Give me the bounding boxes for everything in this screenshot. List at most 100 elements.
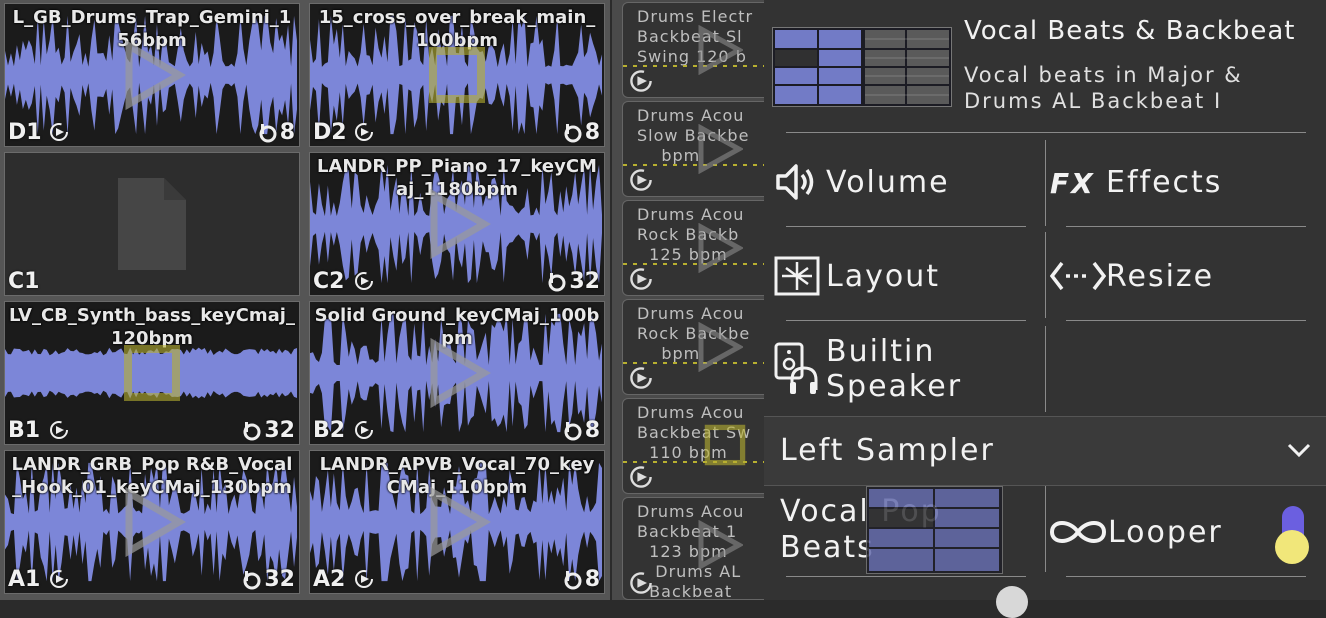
beat-count-value: 32	[264, 418, 295, 443]
loop-play-icon[interactable]	[629, 267, 653, 291]
layout-icon	[774, 256, 820, 296]
preset-title: Vocal Beats & Backbeat	[964, 16, 1296, 46]
loop-play-icon[interactable]	[354, 122, 374, 142]
beat-count: 8	[258, 120, 295, 145]
divider	[786, 226, 1026, 227]
beat-count-value: 32	[569, 269, 600, 294]
loop-play-icon[interactable]	[629, 69, 653, 93]
play-icon[interactable]	[693, 25, 743, 75]
beat-count-value: 8	[279, 120, 295, 145]
pad-key: D1	[8, 120, 42, 145]
left-sampler-dropdown[interactable]: Left Sampler	[764, 416, 1326, 486]
play-icon[interactable]	[117, 40, 187, 110]
looper-label: Looper	[1108, 514, 1223, 550]
stop-icon[interactable]	[703, 423, 747, 467]
resize-button[interactable]: Resize	[1050, 254, 1214, 298]
preset-cell[interactable]: Drums Acou Backbeat 1 123 bpm Drums AL B…	[622, 497, 764, 600]
effects-button[interactable]: FX Effects	[1050, 160, 1222, 204]
play-icon[interactable]	[422, 338, 492, 408]
beats-icon	[564, 421, 582, 440]
slider-knob[interactable]	[996, 586, 1028, 618]
pad-a1[interactable]: LANDR_GRB_Pop R&B_Vocal_Hook_01_keyCMaj_…	[4, 450, 300, 594]
resize-label: Resize	[1106, 258, 1215, 294]
beat-count-value: 8	[584, 418, 600, 443]
divider	[1066, 320, 1306, 321]
preset-thumbnail[interactable]	[772, 27, 952, 107]
pad-key: B1	[8, 418, 41, 443]
play-icon[interactable]	[693, 520, 743, 570]
preset-description: Vocal beats in Major & Drums AL Backbeat…	[964, 63, 1243, 113]
sampler-select-label: Left Sampler	[780, 433, 995, 468]
loop-play-icon[interactable]	[629, 465, 653, 489]
play-icon[interactable]	[117, 487, 187, 557]
looper-button[interactable]: Looper	[1048, 510, 1223, 554]
divider	[1045, 486, 1046, 572]
preset-cell[interactable]: Drums Acou Backbeat Sw 110 bpm	[622, 398, 764, 494]
pad-b2[interactable]: Solid Ground_keyCMaj_100bpm B2 8	[309, 301, 605, 445]
sampler-pad-grid: L_GB_Drums_Trap_Gemini_156bpm D1 8 15_cr…	[0, 0, 610, 600]
headphones-speaker-icon	[774, 342, 818, 394]
infinity-loop-icon	[1049, 521, 1107, 543]
pad-key: A1	[8, 567, 41, 592]
layout-button[interactable]: Layout	[774, 254, 940, 298]
beats-icon	[548, 272, 566, 291]
preset-list-strip[interactable]: Drums Electr Backbeat Sl Swing 120 b Dru…	[612, 0, 764, 600]
play-icon[interactable]	[422, 189, 492, 259]
beat-count: 8	[563, 418, 600, 443]
loop-play-icon[interactable]	[354, 420, 374, 440]
stop-icon[interactable]	[122, 343, 182, 403]
preset-cell[interactable]: Drums Acou Rock Backbe bpm	[622, 299, 764, 395]
empty-file-icon	[118, 178, 186, 270]
play-icon[interactable]	[693, 124, 743, 174]
loop-play-icon[interactable]	[629, 366, 653, 390]
layout-label: Layout	[826, 258, 940, 294]
preset-cell[interactable]: Drums Acou Slow Backbe bpm	[622, 101, 764, 197]
preset-preview[interactable]	[866, 486, 1003, 574]
pad-c1[interactable]: C1	[4, 152, 300, 296]
beats-icon	[259, 123, 277, 142]
divider	[1066, 226, 1306, 227]
divider	[1045, 232, 1046, 318]
pad-key: A2	[313, 567, 346, 592]
loop-play-icon[interactable]	[49, 420, 69, 440]
loop-play-icon[interactable]	[629, 168, 653, 192]
beats-icon	[564, 123, 582, 142]
loop-play-icon[interactable]	[49, 122, 69, 142]
play-icon[interactable]	[422, 487, 492, 557]
stop-icon[interactable]	[427, 45, 487, 105]
beat-count: 32	[242, 418, 295, 443]
divider	[786, 576, 1026, 577]
loop-play-icon[interactable]	[629, 571, 653, 595]
play-icon[interactable]	[693, 322, 743, 372]
pad-a2[interactable]: LANDR_APVB_Vocal_70_keyCMaj_110bpm A2 8	[309, 450, 605, 594]
beats-icon	[243, 421, 261, 440]
output-device-button[interactable]: Builtin Speaker	[774, 334, 962, 404]
pad-b1[interactable]: LV_CB_Synth_bass_keyCmaj_120bpm B1 32	[4, 301, 300, 445]
beats-icon	[564, 570, 582, 589]
divider	[786, 320, 1026, 321]
beat-count: 8	[563, 567, 600, 592]
pad-c2[interactable]: LANDR_PP_Piano_17_keyCMaj_1180bpm C2 32	[309, 152, 605, 296]
loop-play-icon[interactable]	[354, 569, 374, 589]
pad-key: B2	[313, 418, 346, 443]
beat-count-value: 8	[584, 567, 600, 592]
beat-count-value: 32	[264, 567, 295, 592]
pad-d2[interactable]: 15_cross_over_break_main_100bpm D2 8	[309, 3, 605, 147]
speaker-volume-icon	[776, 164, 814, 200]
beats-icon	[243, 570, 261, 589]
pad-d1[interactable]: L_GB_Drums_Trap_Gemini_156bpm D1 8	[4, 3, 300, 147]
svg-text:FX: FX	[1050, 167, 1095, 197]
volume-button[interactable]: Volume	[774, 160, 950, 204]
preset-cell[interactable]: Drums Acou Rock Backb 125 bpm	[622, 200, 764, 296]
loop-play-icon[interactable]	[49, 569, 69, 589]
loop-play-icon[interactable]	[354, 271, 374, 291]
preset-cell[interactable]: Drums Electr Backbeat Sl Swing 120 b	[622, 2, 764, 98]
beat-count-value: 8	[584, 120, 600, 145]
effects-label: Effects	[1106, 164, 1223, 200]
pad-key: C1	[8, 269, 40, 294]
fx-icon: FX	[1050, 167, 1095, 197]
divider	[1066, 576, 1306, 577]
play-icon[interactable]	[693, 223, 743, 273]
resize-arrows-icon	[1050, 261, 1106, 291]
looper-toggle-knob[interactable]	[1275, 530, 1309, 564]
